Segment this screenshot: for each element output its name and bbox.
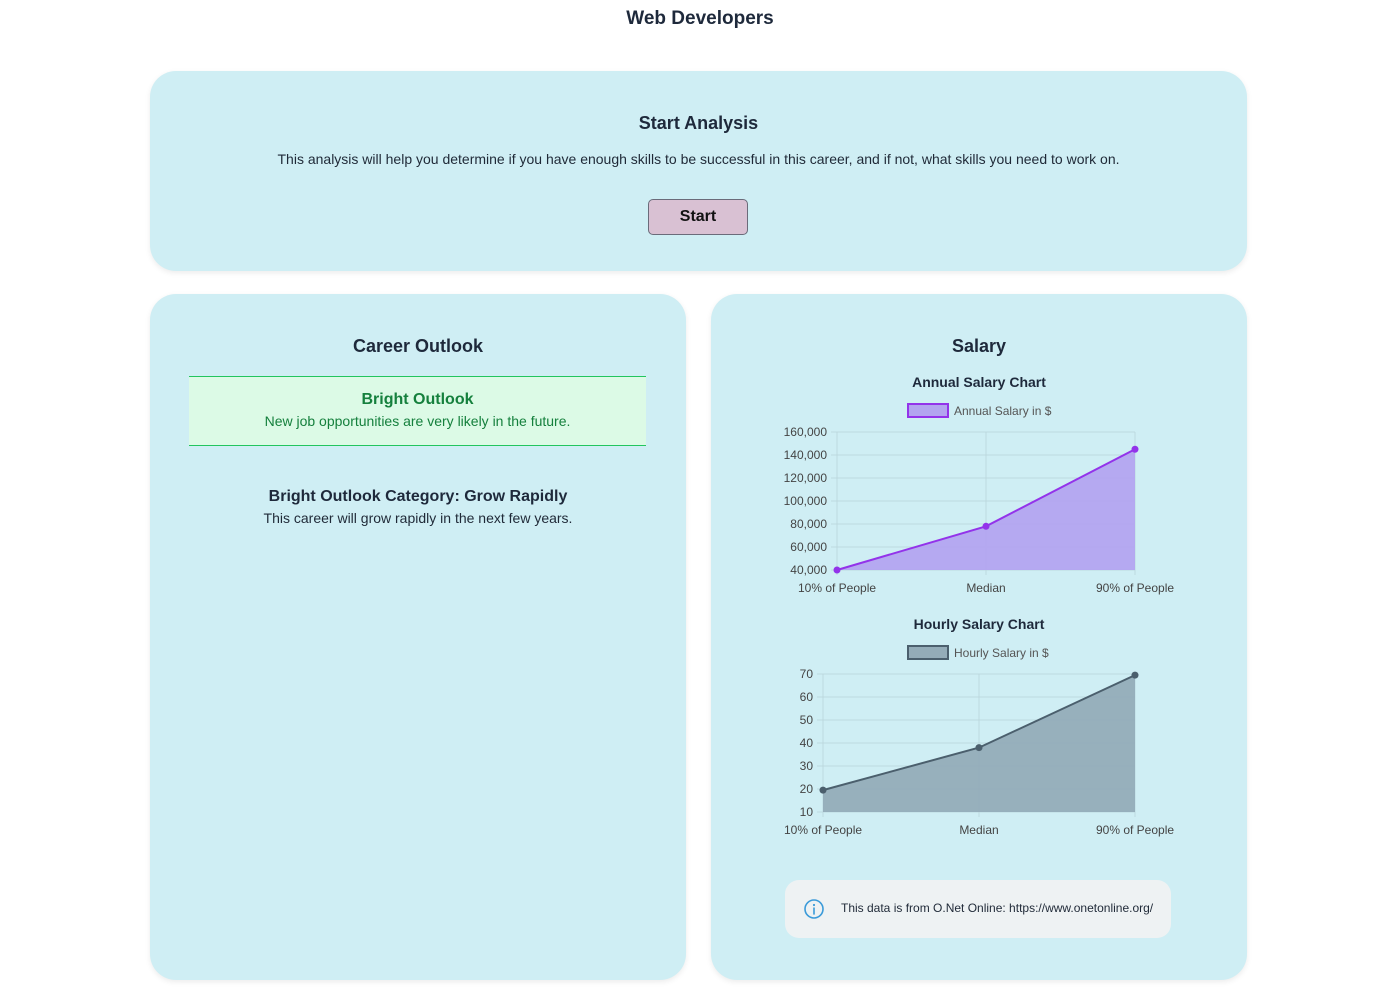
x-tick-label: Median — [966, 581, 1005, 595]
outlook-category: Bright Outlook Category: Grow Rapidly Th… — [150, 488, 686, 526]
y-tick-label: 10 — [800, 805, 814, 819]
start-analysis-title: Start Analysis — [638, 113, 759, 133]
salary-card: Salary Annual Salary Chart Annual Salary… — [711, 294, 1247, 980]
y-tick-label: 160,000 — [784, 425, 828, 439]
y-tick-label: 120,000 — [784, 471, 828, 485]
data-point — [819, 786, 827, 794]
data-point — [833, 566, 841, 574]
data-source-text: This data is from O.Net Online: https://… — [841, 901, 1154, 915]
legend-swatch — [907, 403, 949, 418]
x-tick-label: 90% of People — [1096, 581, 1174, 595]
page-title: Web Developers — [626, 8, 774, 29]
y-tick-label: 70 — [800, 667, 814, 681]
info-icon — [804, 899, 824, 919]
start-button[interactable]: Start — [648, 199, 748, 235]
y-tick-label: 100,000 — [784, 494, 828, 508]
data-point — [1131, 671, 1139, 679]
start-analysis-description: This analysis will help you determine if… — [277, 151, 1120, 167]
y-tick-label: 60 — [800, 690, 814, 704]
bright-outlook-banner: Bright Outlook New job opportunities are… — [189, 376, 646, 446]
y-tick-label: 140,000 — [784, 448, 828, 462]
x-tick-label: 10% of People — [798, 581, 876, 595]
y-tick-label: 40 — [800, 736, 814, 750]
hourly-chart-title: Hourly Salary Chart — [913, 616, 1045, 632]
y-tick-label: 50 — [800, 713, 814, 727]
data-source-note: This data is from O.Net Online: https://… — [785, 880, 1171, 938]
data-point — [982, 522, 990, 530]
career-outlook-title: Career Outlook — [352, 336, 484, 356]
data-point — [1131, 445, 1139, 453]
salary-title: Salary — [951, 336, 1007, 356]
legend-swatch — [907, 645, 949, 660]
y-tick-label: 40,000 — [790, 563, 827, 577]
x-tick-label: 10% of People — [784, 823, 862, 837]
bright-outlook-text: New job opportunities are very likely in… — [264, 413, 571, 429]
bright-outlook-title: Bright Outlook — [361, 391, 474, 408]
y-tick-label: 30 — [800, 759, 814, 773]
y-tick-label: 80,000 — [790, 517, 827, 531]
x-tick-label: 90% of People — [1096, 823, 1174, 837]
x-tick-label: Median — [959, 823, 998, 837]
annual-chart-title: Annual Salary Chart — [912, 374, 1046, 390]
annual-salary-chart: Annual Salary in $ 40,000 60,000 80,000 100,… — [784, 403, 1174, 595]
outlook-category-title: Bright Outlook Category: Grow Rapidly — [268, 488, 568, 505]
outlook-category-text: This career will grow rapidly in the nex… — [263, 510, 573, 526]
data-point — [975, 744, 983, 752]
legend-label: Hourly Salary in $ — [954, 646, 1049, 660]
y-tick-label: 60,000 — [790, 540, 827, 554]
legend-label: Annual Salary in $ — [954, 404, 1052, 418]
y-tick-label: 20 — [800, 782, 814, 796]
career-outlook-card: Career Outlook Bright Outlook New job op… — [150, 294, 686, 980]
start-analysis-card: Start Analysis This analysis will help y… — [150, 71, 1247, 271]
hourly-salary-chart: Hourly Salary in $ 10 20 30 40 50 60 70 10% of P… — [784, 645, 1174, 837]
